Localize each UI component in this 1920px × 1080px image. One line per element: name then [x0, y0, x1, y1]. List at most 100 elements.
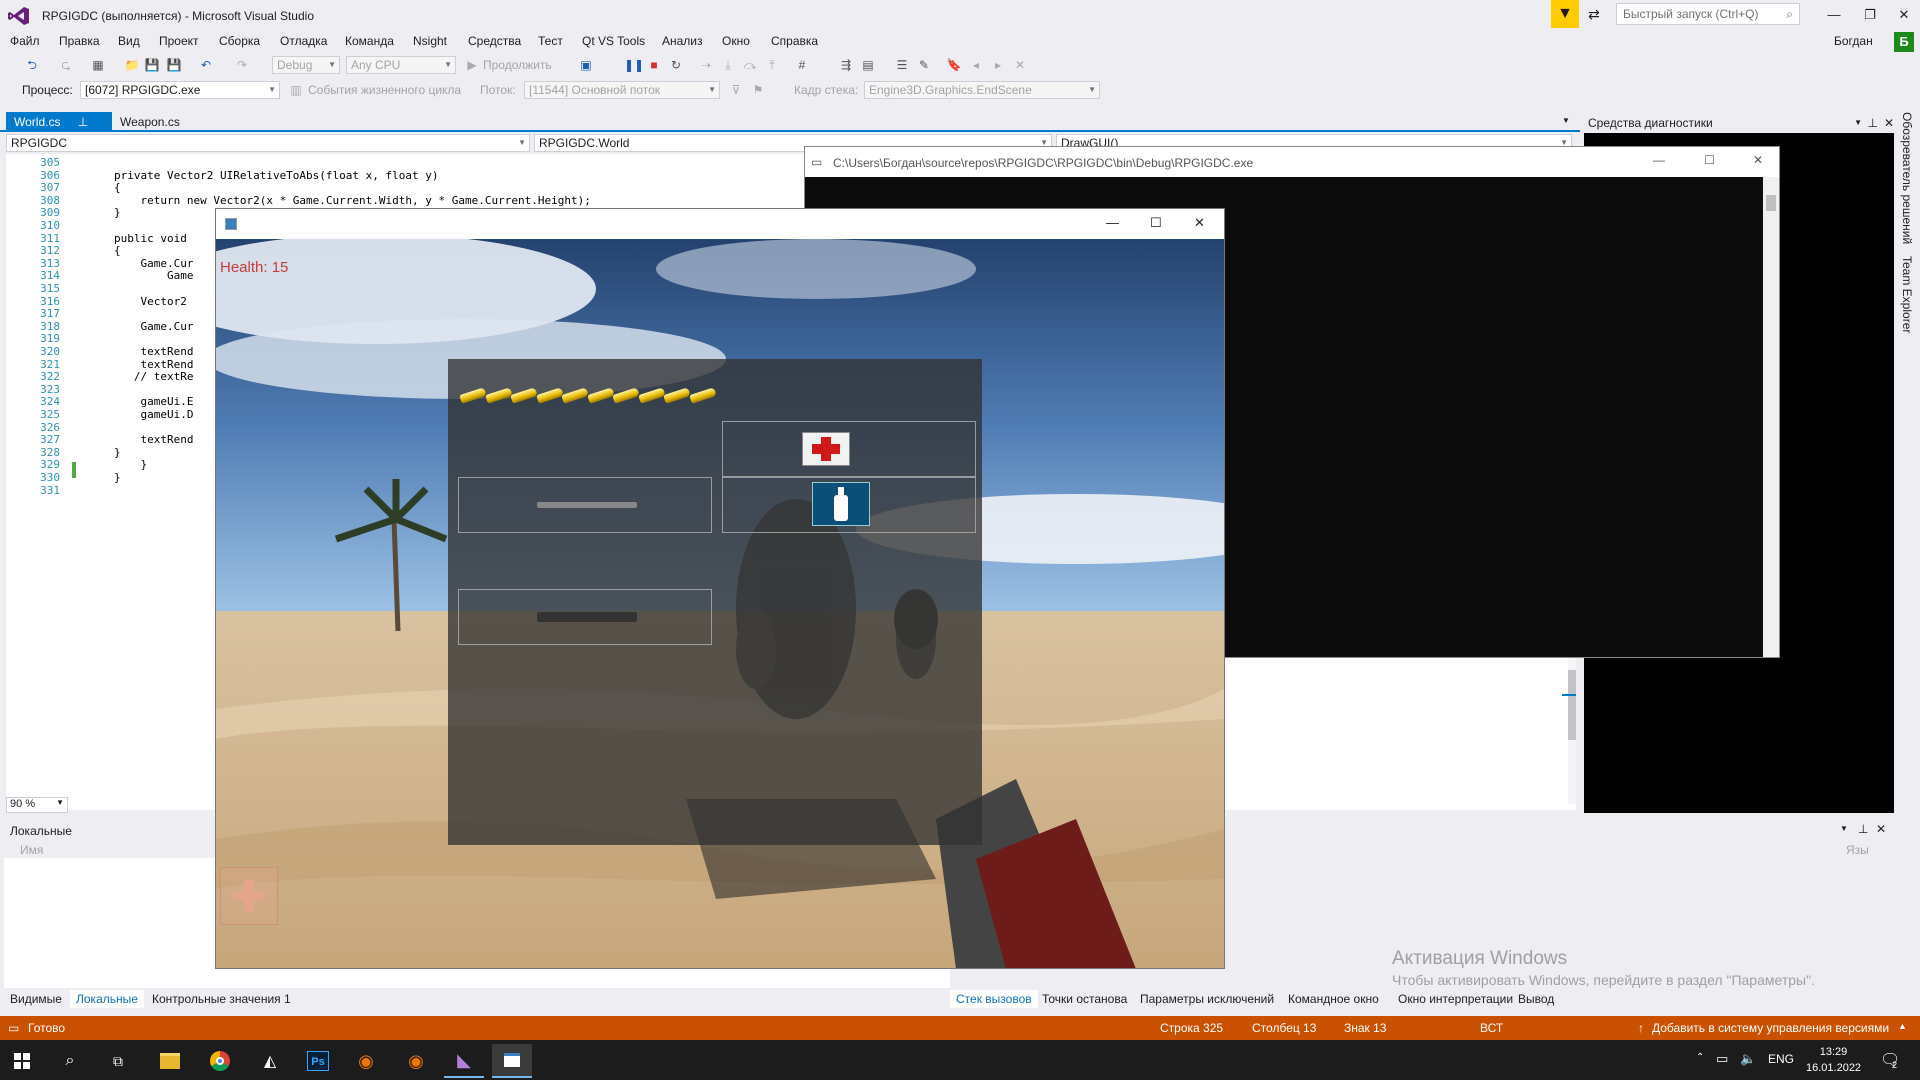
menu-analyze[interactable]: Анализ: [662, 34, 703, 48]
close-icon[interactable]: ✕: [1876, 822, 1886, 836]
menu-qt-vs-tools[interactable]: Qt VS Tools: [582, 34, 645, 48]
new-project-icon[interactable]: ▦: [90, 57, 106, 73]
stop-icon[interactable]: ■: [646, 57, 662, 73]
show-next-statement-icon[interactable]: ➝: [698, 57, 714, 73]
next-bookmark-icon[interactable]: ▸: [990, 57, 1006, 73]
step-into-icon[interactable]: ⤓: [720, 57, 736, 73]
tab-immediate-window[interactable]: Окно интерпретации: [1392, 990, 1519, 1008]
code-line[interactable]: textRend: [114, 345, 193, 358]
quick-launch-input[interactable]: Быстрый запуск (Ctrl+Q) ⌕: [1616, 3, 1800, 25]
notifications-icon[interactable]: 🗨: [1880, 1050, 1900, 1070]
code-line[interactable]: Game: [114, 269, 194, 282]
code-line[interactable]: Game.Cur: [114, 257, 193, 270]
blender-icon[interactable]: ◉: [346, 1044, 386, 1078]
menu-nsight[interactable]: Nsight: [413, 34, 447, 48]
tab-watch-1[interactable]: Контрольные значения 1: [146, 990, 297, 1008]
team-explorer-tab[interactable]: Team Explorer: [1900, 256, 1914, 333]
step-out-icon[interactable]: ⤒: [764, 57, 780, 73]
chevron-up-icon[interactable]: ⌃: [1696, 1052, 1704, 1063]
redo-icon[interactable]: ↷: [234, 57, 250, 73]
restore-button[interactable]: ❐: [1856, 4, 1884, 26]
code-line[interactable]: Vector2: [114, 295, 186, 308]
input-language[interactable]: ENG: [1768, 1052, 1794, 1066]
inventory-panel[interactable]: [448, 359, 982, 845]
step-over-icon[interactable]: ⤼: [742, 57, 758, 73]
prev-bookmark-icon[interactable]: ◂: [968, 57, 984, 73]
code-line[interactable]: public void: [114, 232, 187, 245]
game-window-taskbar-icon[interactable]: [492, 1044, 532, 1078]
code-line[interactable]: {: [114, 181, 121, 194]
game-window[interactable]: — ☐ ✕ Health: 15: [215, 208, 1225, 969]
code-line[interactable]: // textRe: [114, 370, 194, 383]
chevron-down-icon[interactable]: ▼: [1854, 118, 1862, 127]
zoom-dropdown[interactable]: 90 % ▼: [6, 797, 68, 813]
code-line[interactable]: gameUi.E: [114, 395, 193, 408]
lifecycle-events-dropdown[interactable]: События жизненного цикла: [308, 83, 461, 97]
save-all-icon[interactable]: 💾: [166, 57, 182, 73]
code-line[interactable]: }: [114, 446, 121, 459]
project-dropdown[interactable]: RPGIGDC ▼: [6, 134, 530, 152]
code-line[interactable]: return new Vector2(x * Game.Current.Widt…: [114, 194, 590, 207]
menu-test[interactable]: Тест: [538, 34, 563, 48]
menu-debug[interactable]: Отладка: [280, 34, 327, 48]
diagnostics-icon[interactable]: ▤: [860, 57, 876, 73]
inventory-slot-rifle[interactable]: [458, 477, 712, 533]
continue-button[interactable]: Продолжить: [483, 58, 552, 72]
close-button[interactable]: ✕: [1194, 215, 1205, 231]
menu-project[interactable]: Проект: [159, 34, 199, 48]
code-line[interactable]: textRend: [114, 433, 193, 446]
menu-tools[interactable]: Средства: [468, 34, 521, 48]
lifecycle-events-icon[interactable]: ▥: [288, 82, 304, 98]
chrome-icon[interactable]: [200, 1044, 240, 1078]
menu-file[interactable]: Файл: [10, 34, 40, 48]
menu-build[interactable]: Сборка: [219, 34, 260, 48]
tab-command-window[interactable]: Командное окно: [1282, 990, 1385, 1008]
menu-view[interactable]: Вид: [118, 34, 140, 48]
solution-explorer-tab[interactable]: Обозреватель решений: [1900, 112, 1914, 244]
menu-edit[interactable]: Правка: [59, 34, 100, 48]
user-name[interactable]: Богдан: [1834, 34, 1873, 48]
open-folder-icon[interactable]: 📁: [124, 57, 140, 73]
tab-call-stack[interactable]: Стек вызовов: [950, 990, 1038, 1008]
code-line[interactable]: private Vector2 UIRelativeToAbs(float x,…: [114, 169, 439, 182]
flag-threads-icon[interactable]: ⚑: [750, 82, 766, 98]
file-explorer-icon[interactable]: [150, 1044, 190, 1078]
stack-frame-dropdown[interactable]: Engine3D.Graphics.EndScene ▼: [864, 81, 1100, 99]
menu-help[interactable]: Справка: [771, 34, 818, 48]
network-icon[interactable]: ▭: [1716, 1051, 1728, 1067]
volume-icon[interactable]: 🔈: [1740, 1051, 1756, 1067]
pin-icon[interactable]: ⊥: [1868, 116, 1878, 130]
tab-world-cs[interactable]: World.cs ⊥ ✕: [6, 112, 112, 143]
restart-icon[interactable]: ↻: [668, 57, 684, 73]
hex-display-icon[interactable]: #: [794, 57, 810, 73]
photoshop-icon[interactable]: Ps: [298, 1044, 338, 1078]
save-icon[interactable]: 💾: [144, 57, 160, 73]
search-icon[interactable]: ⌕: [50, 1044, 90, 1078]
clock[interactable]: 13:29 16.01.2022: [1806, 1044, 1861, 1076]
scrollbar-thumb[interactable]: [1568, 670, 1576, 740]
add-to-source-control-button[interactable]: Добавить в систему управления версиями: [1652, 1021, 1889, 1035]
thread-dropdown[interactable]: [11544] Основной поток ▼: [524, 81, 720, 99]
tab-output[interactable]: Вывод: [1512, 990, 1560, 1008]
blender-icon-2[interactable]: ◉: [396, 1044, 436, 1078]
code-line[interactable]: textRend: [114, 358, 193, 371]
platform-dropdown[interactable]: Any CPU ▼: [346, 56, 456, 74]
tab-locals[interactable]: Локальные: [70, 990, 144, 1008]
close-button[interactable]: ✕: [1753, 153, 1763, 167]
pin-icon[interactable]: ⊥: [1858, 822, 1868, 836]
menu-team[interactable]: Команда: [345, 34, 394, 48]
start-button[interactable]: [2, 1044, 42, 1078]
undo-icon[interactable]: ↶: [198, 57, 214, 73]
scrollbar-thumb[interactable]: [1766, 195, 1776, 211]
inventory-slot-shotgun[interactable]: [458, 589, 712, 645]
filter-icon[interactable]: ▼: [1551, 0, 1579, 28]
console-scrollbar[interactable]: [1763, 177, 1779, 657]
tab-autos[interactable]: Видимые: [4, 990, 68, 1008]
bookmark-icon[interactable]: 🔖: [946, 57, 962, 73]
game-viewport[interactable]: Health: 15: [216, 239, 1224, 968]
minimize-button[interactable]: —: [1106, 215, 1119, 230]
close-icon[interactable]: ✕: [1884, 116, 1894, 130]
code-line[interactable]: {: [114, 244, 121, 257]
chevron-down-icon[interactable]: ▼: [1840, 824, 1848, 833]
maximize-button[interactable]: ☐: [1704, 153, 1715, 167]
